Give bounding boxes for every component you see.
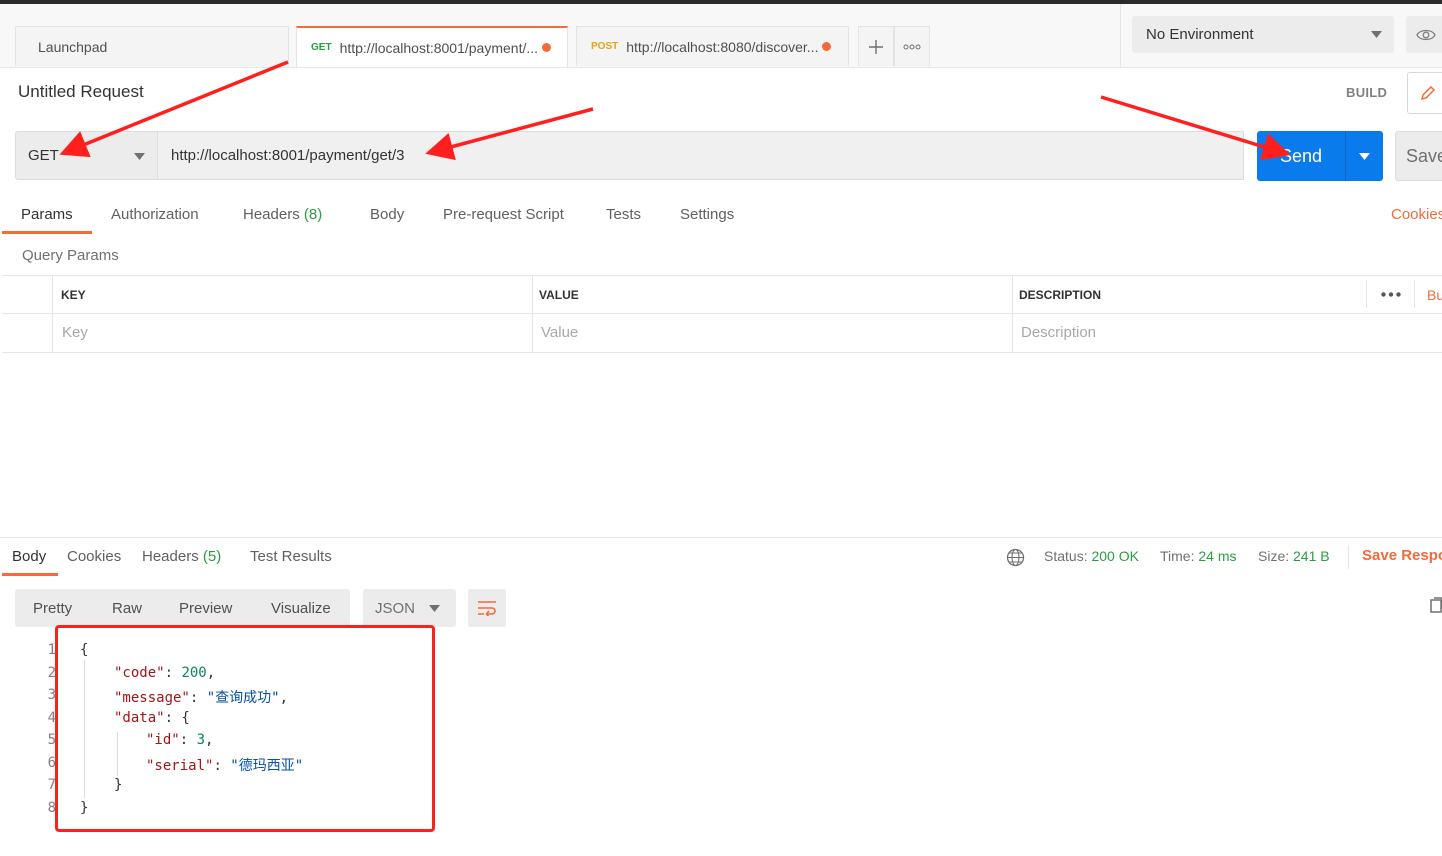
highlight-box-annotation <box>55 625 435 832</box>
response-headers-label: Headers <box>142 548 199 565</box>
new-tab-button[interactable] <box>858 26 894 66</box>
status-label: Status: <box>1044 548 1088 564</box>
status-value: 200 OK <box>1091 548 1139 564</box>
language-selected-label: JSON <box>375 599 416 617</box>
divider <box>1366 280 1367 308</box>
response-tab-body[interactable]: Body <box>12 548 46 565</box>
save-button-label: Save <box>1406 145 1442 166</box>
status-indicator: Status: 200 OK <box>1044 548 1139 564</box>
request-tabs: Params Authorization Headers (8) Body Pr… <box>0 196 1442 234</box>
active-tab-indicator <box>2 231 92 234</box>
save-button[interactable]: Save <box>1395 131 1442 181</box>
column-options-icon[interactable] <box>1381 292 1401 297</box>
pencil-icon <box>1420 85 1436 101</box>
format-visualize[interactable]: Visualize <box>271 600 331 617</box>
column-header-value: VALUE <box>539 288 579 302</box>
tab-get-request[interactable]: GET http://localhost:8001/payment/... <box>296 26 568 67</box>
chevron-down-icon <box>429 605 440 612</box>
url-input-value: http://localhost:8001/payment/get/3 <box>171 147 405 164</box>
cookies-link[interactable]: Cookies <box>1391 206 1442 223</box>
method-select[interactable]: GET <box>15 131 158 180</box>
tab-settings[interactable]: Settings <box>680 206 734 223</box>
value-input[interactable]: Value <box>541 324 578 341</box>
divider <box>52 275 53 352</box>
chevron-down-icon <box>134 153 145 160</box>
key-input[interactable]: Key <box>62 324 88 341</box>
environment-quick-look-button[interactable] <box>1406 16 1442 53</box>
tab-url-label: http://localhost:8001/payment/... <box>339 39 539 56</box>
time-value: 24 ms <box>1198 548 1237 564</box>
column-header-key: KEY <box>61 288 86 302</box>
method-selected-label: GET <box>28 147 59 164</box>
send-options-button[interactable] <box>1345 131 1383 181</box>
active-tab-indicator <box>2 573 58 576</box>
size-label: Size: <box>1258 548 1290 564</box>
time-indicator: Time: 24 ms <box>1160 548 1237 564</box>
tab-authorization[interactable]: Authorization <box>111 206 199 223</box>
plus-icon <box>869 39 883 54</box>
request-title[interactable]: Untitled Request <box>18 82 144 102</box>
unsaved-dot-icon <box>542 43 552 52</box>
format-raw[interactable]: Raw <box>112 600 142 617</box>
size-value: 241 B <box>1293 548 1330 564</box>
environment-select[interactable]: No Environment <box>1132 16 1394 53</box>
divider <box>2 352 1442 353</box>
response-tab-cookies[interactable]: Cookies <box>67 548 121 565</box>
bulk-edit-link[interactable]: Bu <box>1427 287 1442 303</box>
send-button-label: Send <box>1279 145 1323 166</box>
divider <box>532 275 533 352</box>
format-tabs: Pretty Raw Preview Visualize <box>15 589 350 627</box>
tab-post-request[interactable]: POST http://localhost:8080/discover... <box>576 26 849 66</box>
divider <box>2 313 1442 314</box>
tab-body[interactable]: Body <box>370 206 404 223</box>
chevron-down-icon <box>1359 152 1370 160</box>
build-mode-label: BUILD <box>1346 85 1388 100</box>
tab-tests[interactable]: Tests <box>606 206 641 223</box>
environment-selected-label: No Environment <box>1146 26 1254 43</box>
globe-icon[interactable] <box>1006 548 1025 567</box>
tab-pre-request-script[interactable]: Pre-request Script <box>443 206 564 223</box>
tab-headers[interactable]: Headers (8) <box>243 206 322 223</box>
tab-params[interactable]: Params <box>21 206 73 223</box>
tab-options-button[interactable] <box>894 26 930 66</box>
query-params-title: Query Params <box>22 247 119 264</box>
save-response-button[interactable]: Save Respo <box>1362 547 1442 564</box>
url-input[interactable]: http://localhost:8001/payment/get/3 <box>158 131 1244 180</box>
language-select[interactable]: JSON <box>363 589 456 627</box>
format-pretty[interactable]: Pretty <box>33 600 72 617</box>
tab-headers-label: Headers <box>243 206 300 223</box>
response-headers-count-badge: (5) <box>202 548 222 565</box>
chevron-down-icon <box>1371 31 1382 38</box>
response-tab-test-results[interactable]: Test Results <box>250 548 332 565</box>
headers-count-badge: (8) <box>303 206 323 223</box>
tab-launchpad-label: Launchpad <box>38 38 108 55</box>
edit-button[interactable] <box>1407 72 1442 114</box>
response-tab-headers[interactable]: Headers (5) <box>142 548 221 565</box>
wrap-lines-button[interactable] <box>468 589 506 627</box>
format-preview[interactable]: Preview <box>179 600 232 617</box>
divider <box>1012 275 1013 352</box>
divider <box>1414 280 1415 308</box>
description-input[interactable]: Description <box>1021 324 1096 341</box>
size-indicator: Size: 241 B <box>1258 548 1330 564</box>
tab-method-label: GET <box>311 42 332 53</box>
time-label: Time: <box>1160 548 1195 564</box>
divider <box>1348 545 1349 569</box>
send-button[interactable]: Send <box>1257 131 1345 181</box>
divider <box>2 275 1442 276</box>
column-header-description: DESCRIPTION <box>1019 288 1102 302</box>
ellipsis-icon <box>903 44 921 49</box>
eye-icon <box>1416 29 1436 40</box>
copy-icon[interactable] <box>1430 597 1442 613</box>
tab-launchpad[interactable]: Launchpad <box>15 26 289 66</box>
wrap-lines-icon <box>478 601 496 616</box>
tab-method-label: POST <box>591 41 619 52</box>
tab-url-label: http://localhost:8080/discover... <box>626 38 819 55</box>
unsaved-dot-icon <box>822 42 832 51</box>
